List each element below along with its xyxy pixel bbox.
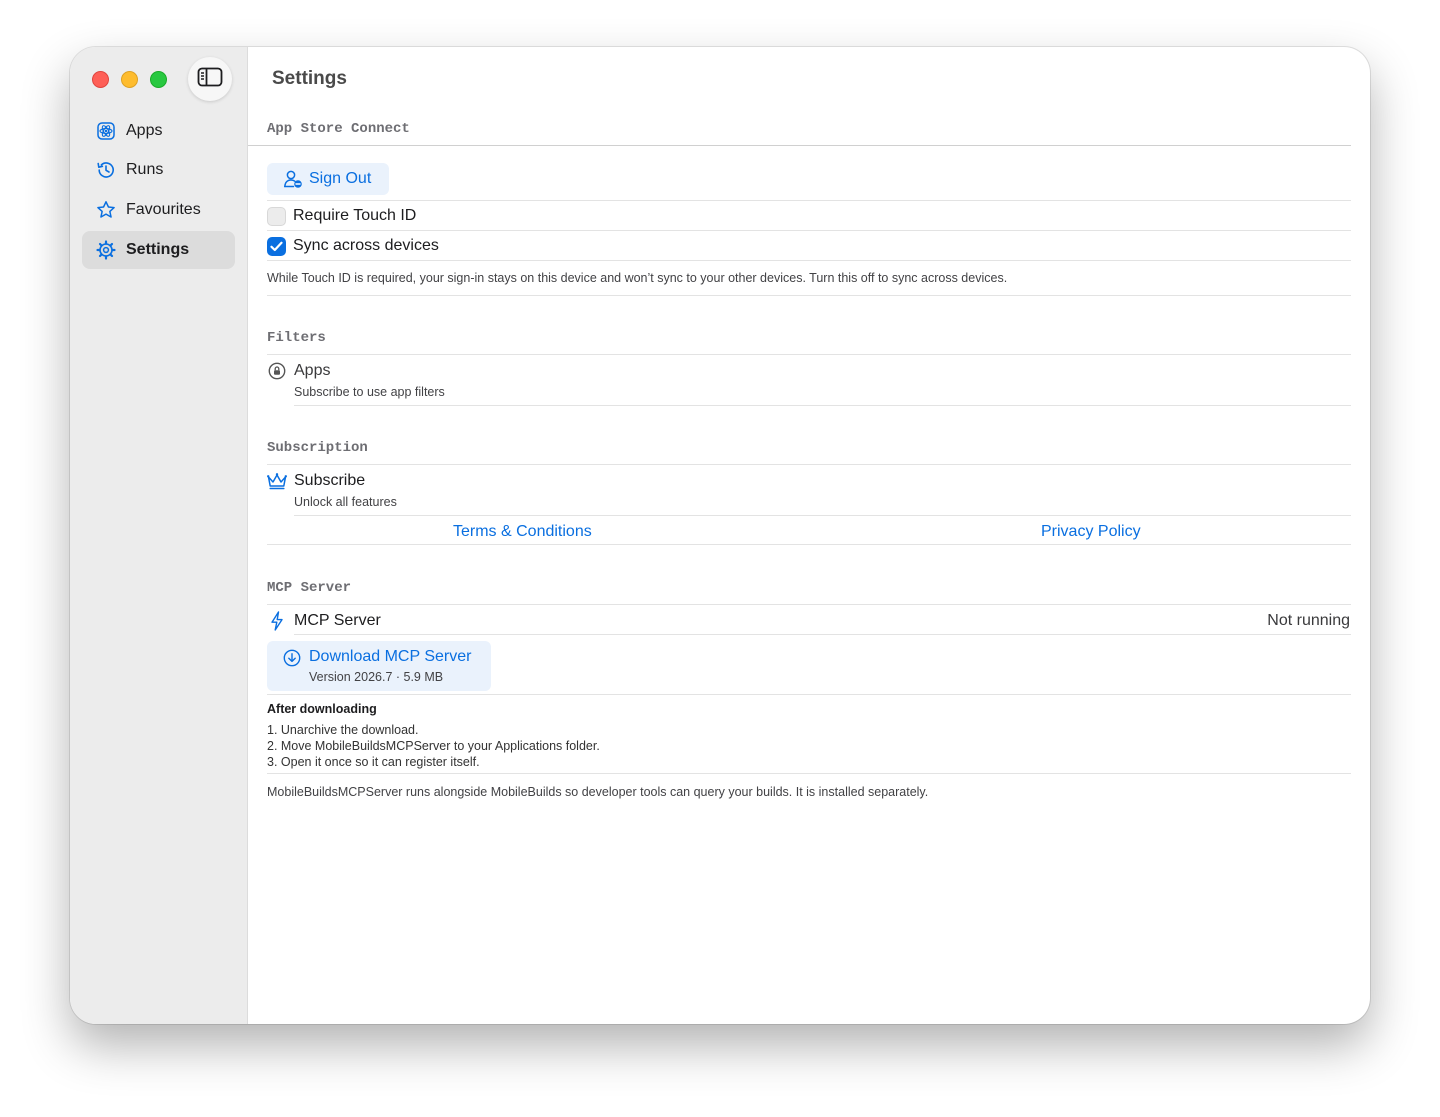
mcp-server-status: Not running <box>1267 612 1350 629</box>
install-step: 1. Unarchive the download. <box>267 723 419 737</box>
sidebar-item-settings[interactable]: Settings <box>82 231 235 269</box>
mcp-server-label: MCP Server <box>294 612 381 629</box>
download-mcp-server-label: Download MCP Server <box>309 648 472 665</box>
require-touch-id-checkbox[interactable] <box>267 207 286 226</box>
sync-across-devices-label: Sync across devices <box>293 237 439 254</box>
divider <box>248 145 1351 146</box>
gear-icon <box>96 240 116 260</box>
sidebar-item-label: Favourites <box>126 201 201 218</box>
crown-icon <box>266 471 288 491</box>
history-icon <box>96 160 116 180</box>
after-downloading-heading: After downloading <box>267 702 377 716</box>
download-version-caption: Version 2026.7 · 5.9 MB <box>309 670 444 684</box>
sign-out-label: Sign Out <box>309 170 372 187</box>
download-mcp-server-button[interactable]: Download MCP Server Version 2026.7 · 5.9… <box>267 641 491 691</box>
sidebar-item-apps[interactable]: Apps <box>82 112 235 150</box>
settings-content: Settings App Store Connect Sign Out Requ… <box>248 47 1370 1024</box>
minimize-window-button[interactable] <box>121 71 138 88</box>
section-header-app-store-connect: App Store Connect <box>267 121 410 137</box>
divider <box>267 694 1351 695</box>
sidebar-item-label: Apps <box>126 122 163 139</box>
terms-conditions-link[interactable]: Terms & Conditions <box>453 523 592 541</box>
atom-icon <box>96 121 116 141</box>
divider <box>267 604 1351 605</box>
divider <box>267 200 1351 201</box>
divider <box>267 773 1351 774</box>
require-touch-id-label: Require Touch ID <box>293 207 417 224</box>
privacy-policy-link[interactable]: Privacy Policy <box>1041 523 1141 541</box>
sidebar-toggle-icon <box>197 67 223 92</box>
filters-apps-caption: Subscribe to use app filters <box>294 385 445 399</box>
sign-out-button[interactable]: Sign Out <box>267 163 389 195</box>
divider <box>267 544 1351 545</box>
bolt-icon <box>268 611 286 631</box>
lock-circle-icon <box>267 361 287 381</box>
section-header-filters: Filters <box>267 330 326 346</box>
sidebar: Apps Runs Favourites Settings <box>70 47 248 1024</box>
page-title: Settings <box>272 68 347 89</box>
app-window: Apps Runs Favourites Settings Settings A… <box>70 47 1370 1024</box>
sidebar-item-favourites[interactable]: Favourites <box>82 191 235 229</box>
download-circle-icon <box>283 649 301 667</box>
close-window-button[interactable] <box>92 71 109 88</box>
subscribe-caption: Unlock all features <box>294 495 397 509</box>
divider <box>294 515 1351 516</box>
sync-across-devices-checkbox[interactable] <box>267 237 286 256</box>
divider <box>267 464 1351 465</box>
section-header-mcp-server: MCP Server <box>267 580 352 596</box>
mcp-footer-note: MobileBuildsMCPServer runs alongside Mob… <box>267 785 929 799</box>
checkmark-icon <box>270 241 283 252</box>
filters-apps-label[interactable]: Apps <box>294 362 330 380</box>
divider <box>294 405 1351 406</box>
divider <box>267 295 1351 296</box>
install-step: 3. Open it once so it can register itsel… <box>267 755 480 769</box>
sidebar-toggle-button[interactable] <box>188 57 232 101</box>
touch-id-note: While Touch ID is required, your sign-in… <box>267 271 1008 285</box>
sidebar-item-label: Settings <box>126 241 190 258</box>
sidebar-item-label: Runs <box>126 161 164 178</box>
divider <box>294 634 1351 635</box>
divider <box>267 230 1351 231</box>
install-steps-list: 1. Unarchive the download. 2. Move Mobil… <box>267 722 600 770</box>
install-step: 2. Move MobileBuildsMCPServer to your Ap… <box>267 739 600 753</box>
section-header-subscription: Subscription <box>267 440 368 456</box>
sidebar-item-runs[interactable]: Runs <box>82 151 235 189</box>
zoom-window-button[interactable] <box>150 71 167 88</box>
divider <box>267 354 1351 355</box>
subscribe-label[interactable]: Subscribe <box>294 472 365 490</box>
person-sign-out-icon <box>283 169 303 189</box>
divider <box>267 260 1351 261</box>
star-icon <box>96 200 116 220</box>
